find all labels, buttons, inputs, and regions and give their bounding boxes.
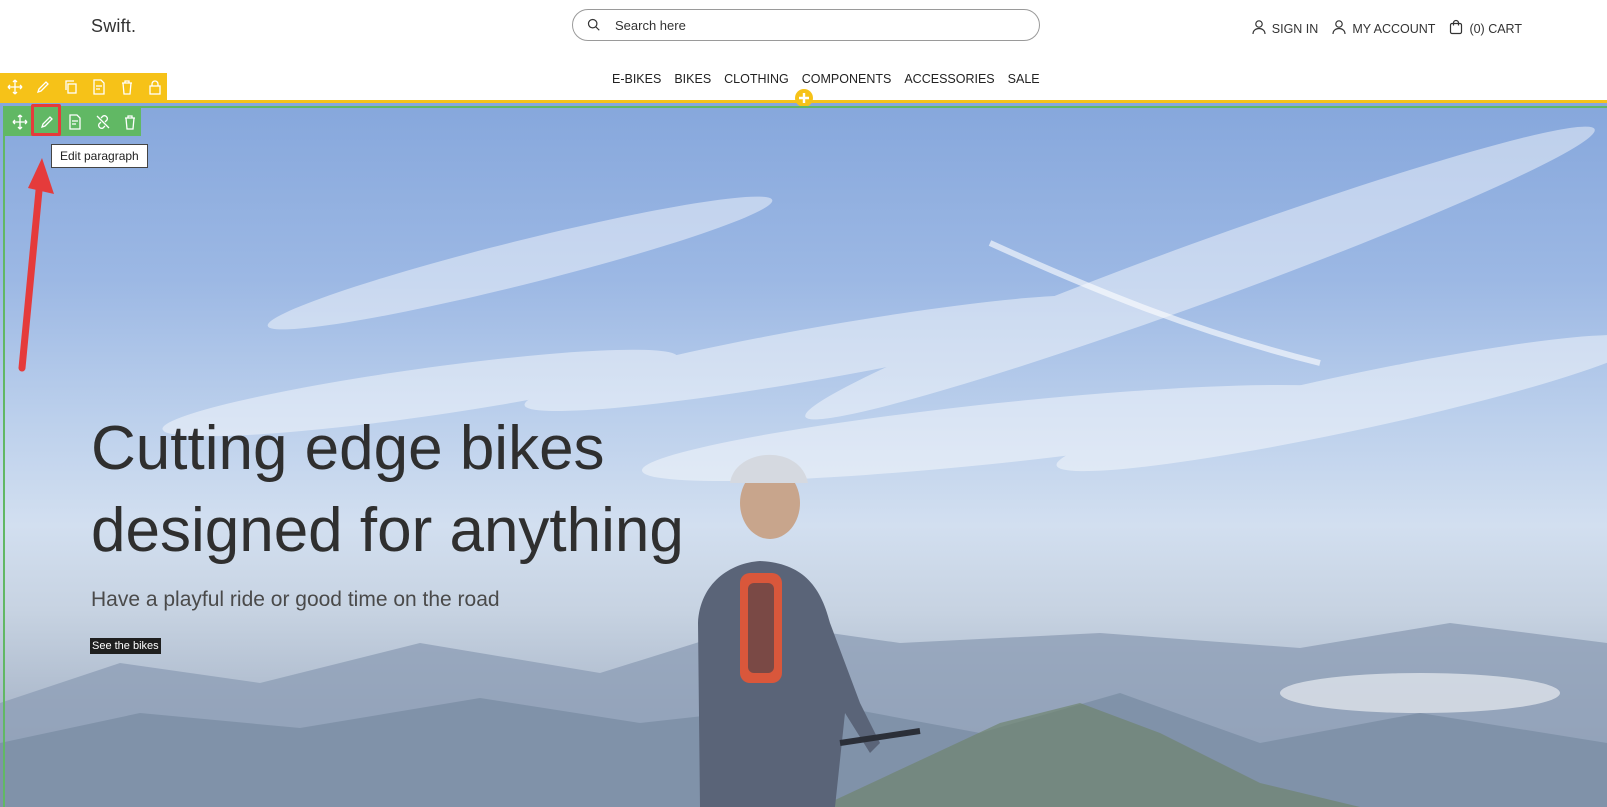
site-logo[interactable]: Swift. (91, 16, 136, 37)
nav-item-components[interactable]: COMPONENTS (802, 72, 892, 86)
site-header: Swift. SIGN IN MY ACCOUNT (0) CART E-BIK… (0, 0, 1607, 102)
add-row-button[interactable] (795, 89, 813, 107)
sign-in-link[interactable]: SIGN IN (1251, 19, 1319, 38)
lock-icon[interactable] (144, 76, 166, 98)
hero-section: Cutting edge bikes designed for anything… (0, 103, 1607, 807)
move-icon[interactable] (4, 76, 26, 98)
copy-icon[interactable] (60, 76, 82, 98)
pencil-icon[interactable] (32, 76, 54, 98)
paragraph-toolbar (4, 108, 141, 136)
unlink-icon[interactable] (92, 111, 114, 133)
user-icon (1251, 19, 1267, 38)
edit-paragraph-tooltip: Edit paragraph (51, 144, 148, 168)
plus-icon (799, 93, 809, 103)
trash-icon[interactable] (119, 111, 141, 133)
headline-line-1: Cutting edge bikes (91, 414, 605, 483)
search-bar[interactable] (572, 9, 1040, 41)
trash-icon[interactable] (116, 76, 138, 98)
move-icon[interactable] (9, 111, 31, 133)
sign-in-label: SIGN IN (1271, 21, 1319, 36)
document-settings-icon[interactable] (64, 111, 86, 133)
hero-headline[interactable]: Cutting edge bikes designed for anything (91, 408, 811, 572)
search-icon (587, 18, 601, 32)
my-account-link[interactable]: MY ACCOUNT (1331, 19, 1435, 38)
document-settings-icon[interactable] (88, 76, 110, 98)
nav-item-e-bikes[interactable]: E-BIKES (612, 72, 661, 86)
search-input[interactable] (613, 16, 997, 34)
cart-label: (0) CART (1469, 21, 1522, 36)
main-nav: E-BIKES BIKES CLOTHING COMPONENTS ACCESS… (612, 72, 1040, 86)
cart-link[interactable]: (0) CART (1448, 19, 1522, 38)
shopping-bag-icon (1448, 19, 1464, 38)
headline-line-2: designed for anything (91, 496, 684, 565)
nav-item-sale[interactable]: SALE (1008, 72, 1040, 86)
nav-item-clothing[interactable]: CLOTHING (724, 72, 789, 86)
see-the-bikes-button[interactable]: See the bikes (90, 638, 161, 654)
edit-paragraph-highlight (31, 104, 61, 136)
nav-item-accessories[interactable]: ACCESSORIES (904, 72, 994, 86)
hero-subline[interactable]: Have a playful ride or good time on the … (91, 588, 500, 612)
user-icon (1331, 19, 1347, 38)
row-toolbar (0, 73, 167, 101)
my-account-label: MY ACCOUNT (1352, 21, 1436, 36)
nav-item-bikes[interactable]: BIKES (674, 72, 711, 86)
account-nav: SIGN IN MY ACCOUNT (0) CART (1251, 19, 1522, 38)
